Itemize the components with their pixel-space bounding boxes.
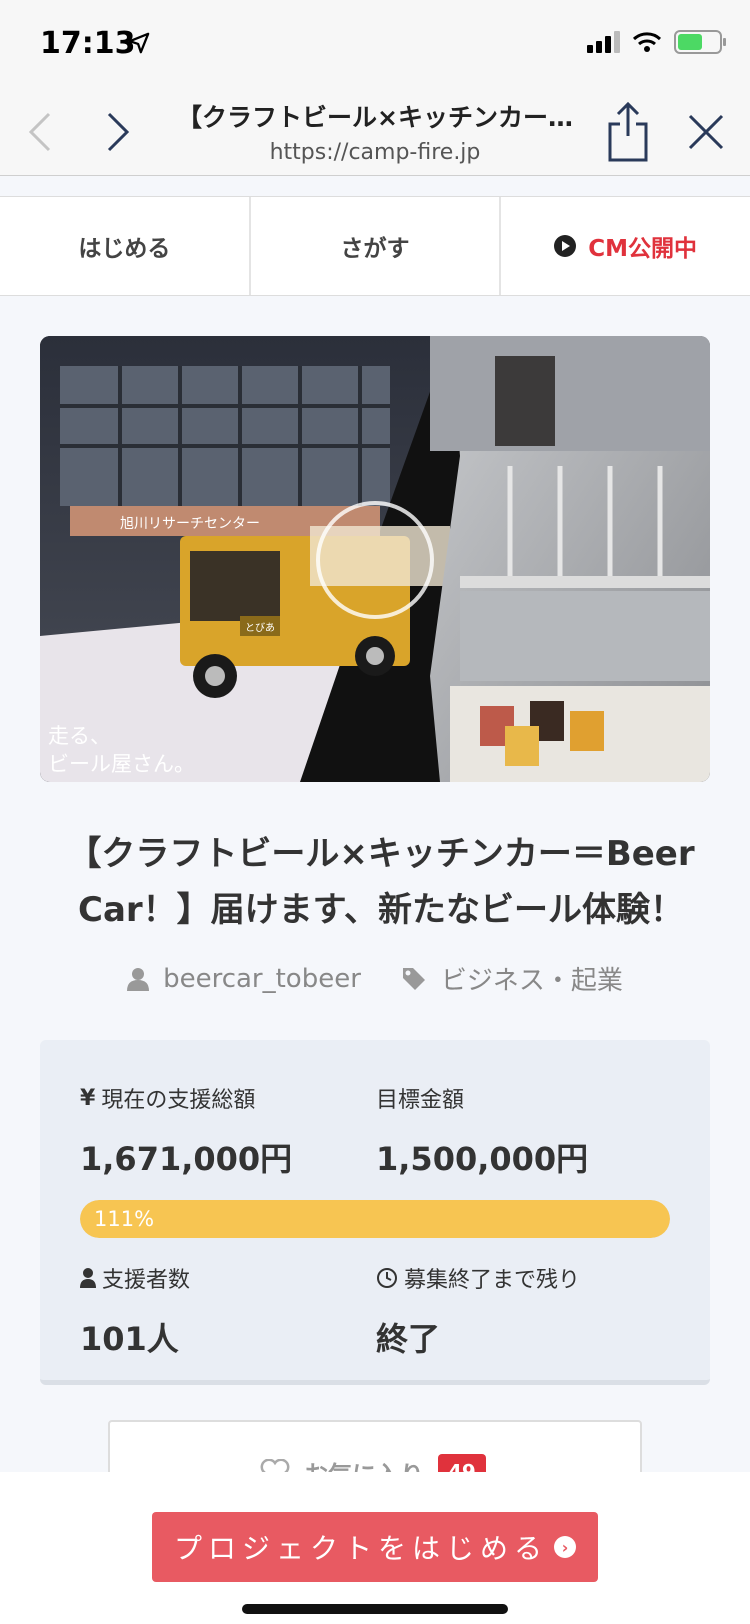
stat-remaining: 募集終了まで残り 終了 — [376, 1262, 580, 1360]
battery-icon — [674, 30, 726, 54]
chevron-right-icon — [107, 112, 130, 152]
location-arrow-icon — [128, 32, 150, 54]
cta-label: プロジェクトをはじめる — [173, 1532, 548, 1565]
backers-value: 101人 — [80, 1320, 179, 1358]
goal-value: 1,500,000円 — [376, 1140, 589, 1178]
owner-link[interactable]: beercar_tobeer — [127, 964, 361, 994]
yen-icon: ¥ — [80, 1085, 96, 1111]
forward-button[interactable] — [96, 108, 140, 156]
person-icon — [80, 1268, 96, 1288]
category-name: ビジネス・起業 — [440, 966, 623, 996]
page-title: 【クラフトビール×キッチンカー… — [177, 103, 573, 132]
stat-backers: 支援者数 101人 — [80, 1262, 190, 1360]
tab-start-label: はじめる — [78, 236, 171, 262]
goal-label: 目標金額 — [376, 1088, 465, 1113]
tab-cm[interactable]: CM公開中 — [501, 197, 750, 295]
hero-caption-line2: ビール屋さん。 — [48, 752, 195, 776]
browser-bar: 【クラフトビール×キッチンカー… https://camp-fire.jp — [0, 88, 750, 176]
project-video-thumbnail[interactable]: 旭川リサーチセンター とびあ 走る、 ビール屋さん。 — [40, 336, 710, 782]
play-icon — [554, 235, 577, 257]
project-meta: beercar_tobeer ビジネス・起業 — [0, 960, 750, 997]
status-time: 17:13 — [40, 26, 136, 61]
tab-search[interactable]: さがす — [251, 197, 502, 295]
site-nav: はじめる さがす CM公開中 — [0, 196, 750, 296]
building-sign-text: 旭川リサーチセンター — [120, 516, 260, 532]
status-indicators — [587, 30, 726, 54]
remaining-label: 募集終了まで残り — [404, 1268, 581, 1293]
signal-icon — [587, 31, 620, 53]
wifi-icon — [632, 32, 662, 52]
back-button[interactable] — [18, 108, 62, 156]
project-title: 【クラフトビール×キッチンカー＝Beer Car！】届けます、新たなビール体験！ — [67, 834, 695, 930]
stat-goal: 目標金額 1,500,000円 — [376, 1082, 588, 1180]
tab-start[interactable]: はじめる — [0, 197, 251, 295]
progress-fill: 111% — [80, 1200, 670, 1238]
hero-caption-line1: 走る、 — [48, 724, 111, 748]
current-label: 現在の支援総額 — [101, 1088, 256, 1113]
page-url: https://camp-fire.jp — [269, 140, 481, 165]
chevron-right-circle-icon: › — [554, 1536, 576, 1558]
backers-label: 支援者数 — [102, 1268, 191, 1293]
status-bar: 17:13 — [0, 0, 750, 88]
progress-text: 111% — [94, 1207, 155, 1231]
stat-current: ¥ 現在の支援総額 1,671,000円 — [80, 1082, 292, 1180]
funding-stats-card: ¥ 現在の支援総額 1,671,000円 目標金額 1,500,000円 111%… — [40, 1040, 710, 1385]
close-icon[interactable] — [684, 110, 728, 154]
start-project-button[interactable]: プロジェクトをはじめる › — [152, 1512, 598, 1582]
user-icon — [127, 967, 150, 991]
address-bar[interactable]: 【クラフトビール×キッチンカー… https://camp-fire.jp — [170, 98, 580, 165]
bottom-cta-bar: プロジェクトをはじめる › — [0, 1472, 750, 1624]
home-indicator[interactable] — [242, 1604, 508, 1614]
chevron-left-icon — [28, 112, 51, 152]
play-ring-icon[interactable] — [316, 501, 434, 619]
truck-logo-text: とびあ — [245, 622, 275, 634]
tab-search-label: さがす — [340, 236, 410, 262]
owner-name: beercar_tobeer — [163, 963, 361, 994]
remaining-value: 終了 — [376, 1320, 441, 1358]
hero-caption: 走る、 ビール屋さん。 — [48, 722, 195, 778]
clock-icon — [377, 1268, 397, 1288]
funding-progress-bar: 111% — [80, 1200, 670, 1238]
current-value: 1,671,000円 — [80, 1140, 293, 1178]
share-icon[interactable] — [604, 100, 652, 164]
tab-cm-label: CM公開中 — [588, 236, 698, 262]
tag-icon — [402, 967, 425, 990]
category-link[interactable]: ビジネス・起業 — [401, 960, 623, 997]
